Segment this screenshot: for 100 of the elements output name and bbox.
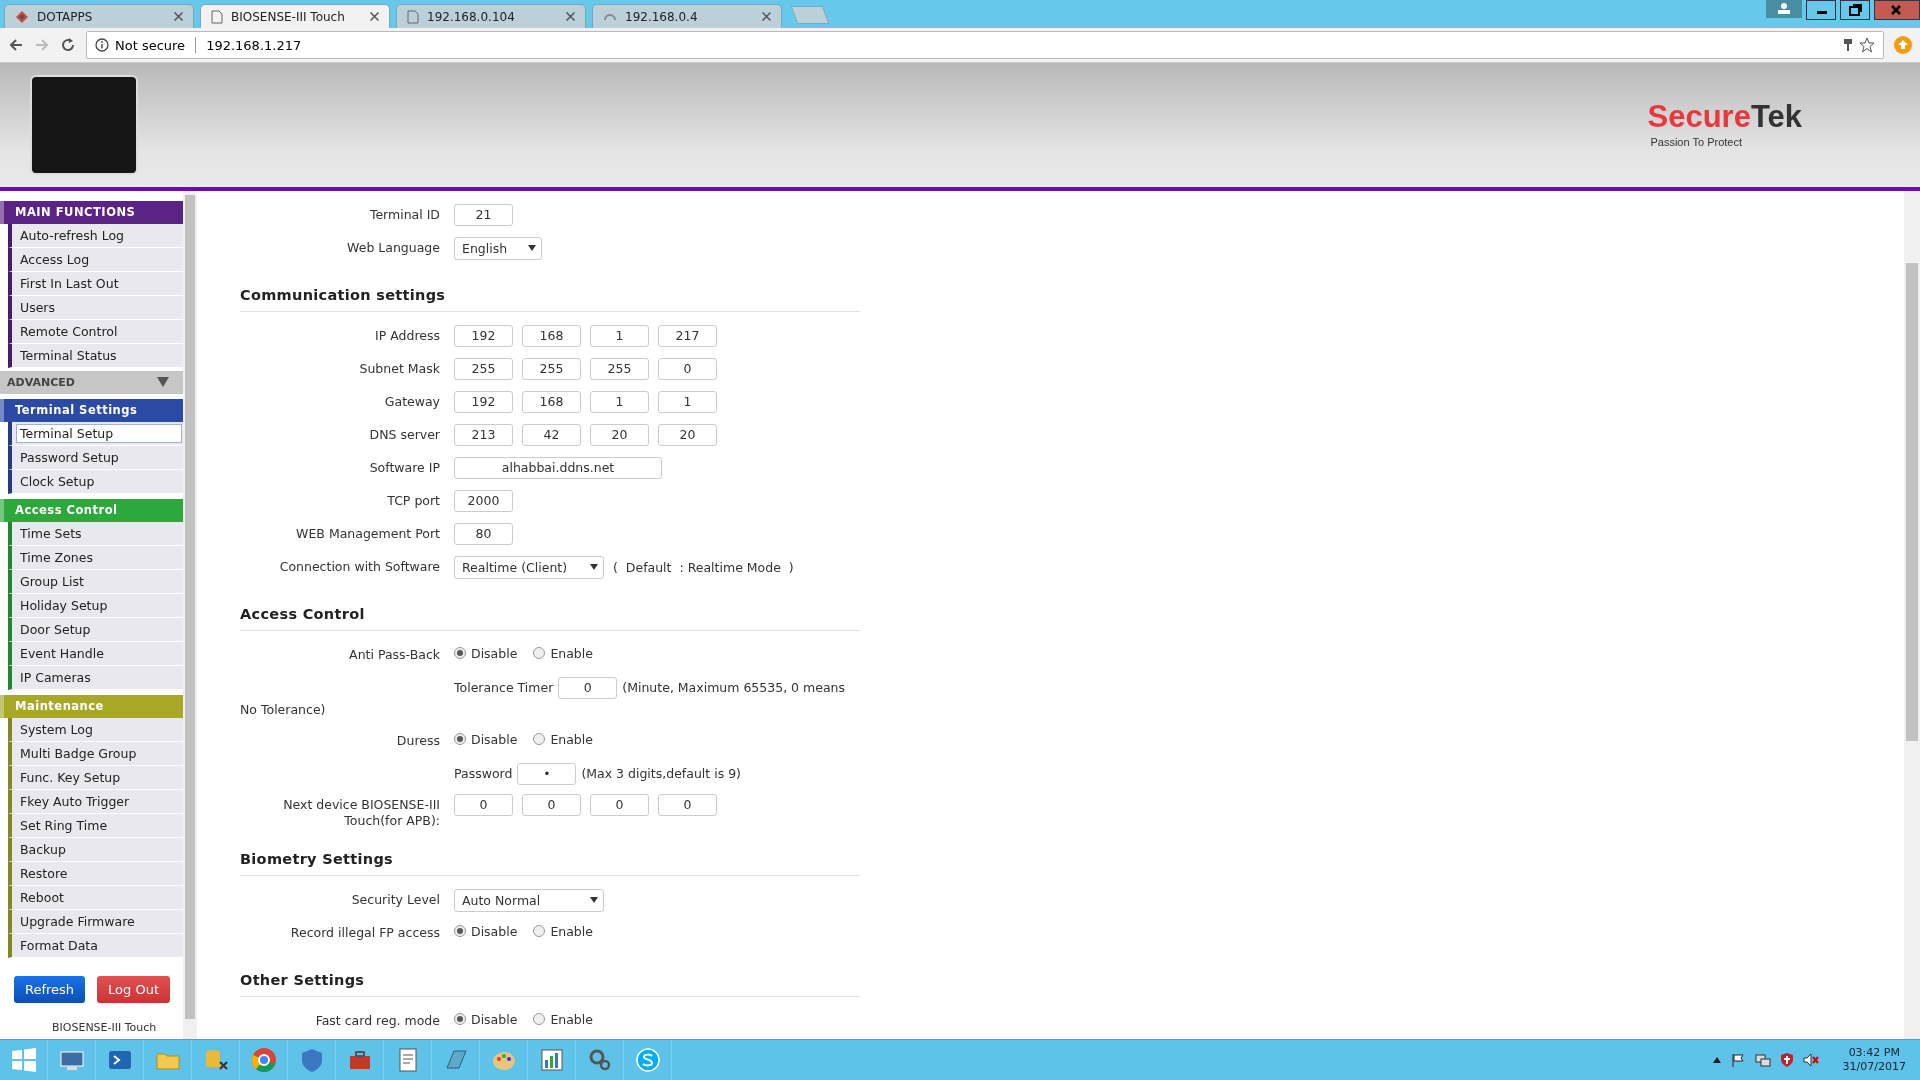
- browser-tab[interactable]: BIOSENSE-III Touch: [200, 4, 390, 28]
- minimize-icon[interactable]: [1806, 0, 1836, 20]
- menu-item[interactable]: Multi Badge Group: [8, 741, 183, 766]
- menu-item[interactable]: Clock Setup: [8, 469, 183, 494]
- restore-icon[interactable]: [1840, 0, 1870, 20]
- menu-item[interactable]: Upgrade Firmware: [8, 909, 183, 934]
- radio-option[interactable]: Enable: [533, 1009, 593, 1027]
- input-field[interactable]: 213: [454, 423, 513, 446]
- input-field[interactable]: 168: [522, 324, 581, 347]
- input-field[interactable]: 20: [658, 423, 717, 446]
- input-field[interactable]: alhabbai.ddns.net: [454, 456, 662, 479]
- input-field[interactable]: 80: [454, 522, 513, 545]
- user-icon[interactable]: [1766, 0, 1802, 18]
- menu-item[interactable]: Door Setup: [8, 617, 183, 642]
- input-field[interactable]: 0: [658, 793, 717, 816]
- radio-option[interactable]: Enable: [533, 729, 593, 747]
- logout-button[interactable]: Log Out: [97, 975, 170, 1003]
- menu-item[interactable]: Backup: [8, 837, 183, 862]
- menu-item[interactable]: Event Handle: [8, 641, 183, 666]
- input-field[interactable]: 0: [558, 676, 618, 699]
- close-tab-icon[interactable]: [566, 12, 575, 21]
- refresh-button[interactable]: Refresh: [14, 975, 86, 1003]
- input-field[interactable]: 217: [658, 324, 717, 347]
- field-label: TCP port: [386, 491, 440, 509]
- input-field[interactable]: 255: [522, 357, 581, 380]
- dropdown[interactable]: English: [454, 236, 542, 260]
- menu-item[interactable]: Remote Control: [8, 319, 183, 344]
- menu-item[interactable]: IP Cameras: [8, 665, 183, 690]
- close-icon[interactable]: [1874, 0, 1920, 20]
- input-field[interactable]: 1: [590, 390, 649, 413]
- menu-item[interactable]: Restore: [8, 861, 183, 886]
- menu-item[interactable]: Password Setup: [8, 445, 183, 470]
- input-field[interactable]: 42: [522, 423, 581, 446]
- brand-tagline: Passion To Protect: [1650, 136, 1743, 149]
- browser-tab[interactable]: 192.168.0.104: [396, 4, 586, 28]
- close-tab-icon[interactable]: [762, 12, 771, 21]
- input-field[interactable]: 2000: [454, 489, 513, 512]
- input-field[interactable]: 192: [454, 324, 513, 347]
- menu-item[interactable]: Access Log: [8, 247, 183, 272]
- menu-item[interactable]: Terminal Setup: [8, 421, 183, 446]
- reload-icon[interactable]: [60, 37, 76, 53]
- star-icon[interactable]: [1859, 37, 1875, 53]
- browser-tab[interactable]: 192.168.0.4: [592, 4, 782, 28]
- hint-text: ( Default : Realtime Mode ): [613, 559, 794, 575]
- menu-item[interactable]: Format Data: [8, 933, 183, 958]
- network-icon[interactable]: [1754, 1053, 1771, 1068]
- radio-option[interactable]: Disable: [454, 1009, 518, 1027]
- menu-item[interactable]: System Log: [8, 717, 183, 742]
- input-field[interactable]: 168: [522, 390, 581, 413]
- browser-tab[interactable]: DOTAPPS: [4, 4, 194, 28]
- input-field[interactable]: 0: [590, 793, 649, 816]
- advanced-toggle[interactable]: ADVANCED: [0, 370, 183, 394]
- menu-item[interactable]: Fkey Auto Trigger: [8, 789, 183, 814]
- input-field[interactable]: •: [517, 762, 577, 785]
- clock[interactable]: 03:42 PM 31/07/2017: [1828, 1046, 1920, 1075]
- input-field[interactable]: 21: [454, 203, 513, 226]
- close-tab-icon[interactable]: [174, 12, 183, 21]
- menu-item[interactable]: Terminal Status: [8, 343, 183, 368]
- menu-item[interactable]: Auto-refresh Log: [8, 223, 183, 248]
- input-field[interactable]: 20: [590, 423, 649, 446]
- menu-item[interactable]: Time Sets: [8, 521, 183, 546]
- dropdown[interactable]: Auto Normal: [454, 888, 604, 912]
- flag-icon[interactable]: [1730, 1053, 1745, 1068]
- input-field[interactable]: 1: [658, 390, 717, 413]
- input-field[interactable]: 255: [590, 357, 649, 380]
- shield-icon[interactable]: [1780, 1053, 1793, 1068]
- radio-option[interactable]: Disable: [454, 729, 518, 747]
- input-field[interactable]: 0: [454, 793, 513, 816]
- menu-item[interactable]: Group List: [8, 569, 183, 594]
- radio-option[interactable]: Disable: [454, 921, 518, 939]
- radio-option[interactable]: Enable: [533, 921, 593, 939]
- menu-item[interactable]: Func. Key Setup: [8, 765, 183, 790]
- menu-item[interactable]: Time Zones: [8, 545, 183, 570]
- address-bar[interactable]: Not secure 192.168.1.217: [86, 31, 1884, 59]
- menu-group-header: Terminal Settings: [0, 398, 183, 422]
- menu-item[interactable]: Reboot: [8, 885, 183, 910]
- menu-group-header: MAIN FUNCTIONS: [0, 200, 183, 224]
- menu-item[interactable]: Holiday Setup: [8, 593, 183, 618]
- radio-option[interactable]: Disable: [454, 643, 518, 661]
- input-field[interactable]: 192: [454, 390, 513, 413]
- scrollbar[interactable]: [183, 190, 197, 1040]
- menu-item[interactable]: First In Last Out: [8, 271, 183, 296]
- input-field[interactable]: 0: [658, 357, 717, 380]
- menu-item[interactable]: Users: [8, 295, 183, 320]
- input-field[interactable]: 0: [522, 793, 581, 816]
- key-icon[interactable]: [1843, 38, 1853, 52]
- chrome-icon[interactable]: [249, 1046, 278, 1075]
- dropdown[interactable]: Realtime (Client): [454, 555, 604, 579]
- input-field[interactable]: 1: [590, 324, 649, 347]
- skype-icon[interactable]: [633, 1046, 662, 1075]
- input-field[interactable]: 255: [454, 357, 513, 380]
- scrollbar[interactable]: [1904, 190, 1920, 1040]
- close-tab-icon[interactable]: [370, 12, 379, 21]
- field-label: DNS server: [368, 425, 440, 443]
- menu-item[interactable]: Set Ring Time: [8, 813, 183, 838]
- section-heading: Biometry Settings: [240, 850, 860, 876]
- radio-option[interactable]: Enable: [533, 643, 593, 661]
- caret-icon[interactable]: [1712, 1057, 1721, 1064]
- speaker-muted-icon[interactable]: [1802, 1053, 1819, 1068]
- back-icon[interactable]: [8, 37, 24, 53]
